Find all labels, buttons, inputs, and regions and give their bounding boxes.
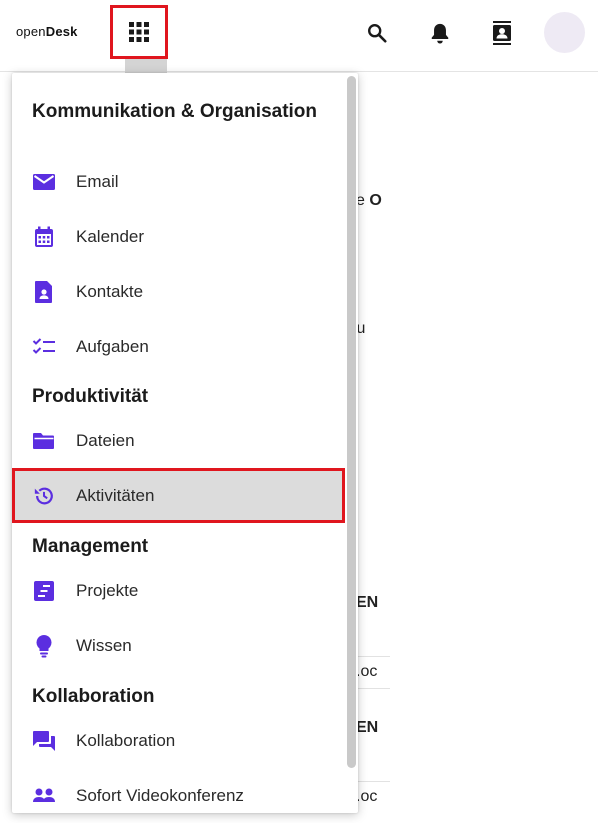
address-book-icon <box>493 21 511 45</box>
menu-item-aufgaben[interactable]: Aufgaben <box>12 319 345 374</box>
project-icon <box>32 579 56 603</box>
logo-strong: Desk <box>45 24 78 39</box>
opendesk-logo[interactable]: openDesk <box>16 24 78 39</box>
menu-scrollbar[interactable] <box>347 76 356 768</box>
background-text-4: .oc <box>356 788 378 805</box>
background-heading-2: EN <box>356 719 379 736</box>
menu-item-projekte[interactable]: Projekte <box>12 563 345 618</box>
top-bar: openDesk <box>0 0 598 73</box>
background-text-3: .oc <box>356 663 378 680</box>
notifications-button[interactable] <box>426 19 454 47</box>
menu-item-aktivitaeten[interactable]: Aktivitäten <box>12 468 345 523</box>
menu-item-label: Kalender <box>76 226 145 246</box>
menu-item-email[interactable]: Email <box>12 154 345 209</box>
menu-item-label: Kollaboration <box>76 730 176 750</box>
chat-icon <box>32 729 56 753</box>
apps-menu-button[interactable] <box>110 5 168 59</box>
background-heading-1: EN <box>356 594 379 611</box>
background-text-1: e O <box>356 192 382 209</box>
user-avatar[interactable] <box>544 12 585 53</box>
menu-item-wissen[interactable]: Wissen <box>12 618 345 673</box>
menu-item-kontakte[interactable]: Kontakte <box>12 264 345 319</box>
search-button[interactable] <box>363 19 391 47</box>
calendar-icon <box>32 225 56 249</box>
menu-item-label: Aufgaben <box>76 336 149 356</box>
app-grid-icon <box>129 22 149 42</box>
video-people-icon <box>32 784 56 808</box>
menu-item-kalender[interactable]: Kalender <box>12 209 345 264</box>
menu-item-label: Aktivitäten <box>76 485 155 505</box>
address-book-button[interactable] <box>488 19 516 47</box>
section-kommunikation: Kommunikation & Organisation <box>32 101 318 122</box>
menu-item-label: Dateien <box>76 430 135 450</box>
section-produktivitaet: Produktivität <box>32 386 149 407</box>
menu-item-label: Projekte <box>76 580 139 600</box>
lightbulb-icon <box>32 634 56 658</box>
history-icon <box>32 484 56 508</box>
menu-item-label: Email <box>76 171 119 191</box>
logo-prefix: open <box>16 24 46 39</box>
menu-item-sofort-videokonferenz[interactable]: Sofort Videokonferenz <box>12 768 345 823</box>
menu-item-label: Sofort Videokonferenz <box>76 785 244 805</box>
menu-item-kollaboration[interactable]: Kollaboration <box>12 713 345 768</box>
checklist-icon <box>32 335 56 359</box>
menu-item-label: Wissen <box>76 635 132 655</box>
bell-icon <box>431 23 449 44</box>
apps-button-underline <box>125 59 167 73</box>
menu-item-label: Kontakte <box>76 281 144 301</box>
folder-icon <box>32 429 56 453</box>
contact-card-icon <box>32 280 56 304</box>
section-kollaboration: Kollaboration <box>32 686 155 707</box>
search-icon <box>368 24 387 43</box>
mail-icon <box>32 170 56 194</box>
menu-item-dateien[interactable]: Dateien <box>12 413 345 468</box>
section-management: Management <box>32 536 149 557</box>
